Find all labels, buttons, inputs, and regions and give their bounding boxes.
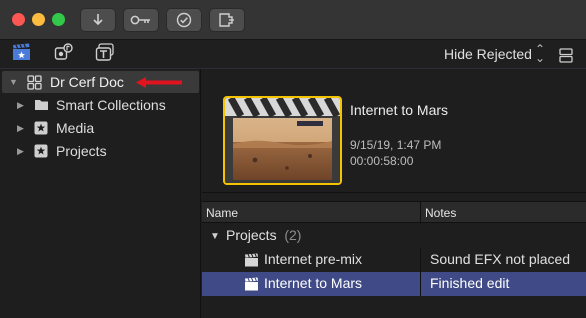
column-header-name[interactable]: Name [206,206,238,220]
folder-icon [34,98,49,116]
project-thumbnail[interactable] [223,96,342,185]
libraries-tab[interactable] [11,43,31,66]
analyze-fix-button[interactable] [166,8,202,32]
column-divider[interactable] [420,202,421,224]
project-clapper-icon [244,253,259,272]
sidebar-item-smart-collections[interactable]: ▶ Smart Collections [0,94,201,116]
library-name: Dr Cerf Doc [50,74,124,90]
disclosure-closed-icon[interactable]: ▶ [17,100,24,111]
sidebar-item-media[interactable]: ▶ Media [0,117,201,139]
project-notes[interactable]: Finished edit [430,275,509,291]
sidebar-item-projects[interactable]: ▶ Projects [0,140,201,162]
libraries-sidebar: ▼ Dr Cerf Doc ▶ Smart Collections ▶ Medi… [0,69,201,318]
titles-generators-tab[interactable] [95,43,115,66]
project-clapper-icon [244,277,259,296]
import-button[interactable] [80,8,116,32]
clip-date: 9/15/19, 1:47 PM [350,138,442,152]
star-event-icon [34,121,48,140]
background-tasks-button[interactable] [209,8,245,32]
library-grid-icon [27,75,42,95]
mars-thumbnail-image [225,98,340,183]
keyword-editor-button[interactable] [123,8,159,32]
library-toolbar: Hide Rejected ⌃ ⌄ [0,40,586,69]
list-header: Name Notes [202,201,586,224]
disclosure-closed-icon[interactable]: ▶ [17,146,24,157]
disclosure-open-icon[interactable]: ▼ [210,231,220,242]
checkmark-circle-icon [176,12,192,28]
photos-audio-icon [54,43,74,66]
title-bar [0,0,586,40]
zoom-window-button[interactable] [52,13,65,26]
column-divider [420,248,421,272]
filter-popup-label[interactable]: Hide Rejected [444,46,532,62]
table-row-selected[interactable]: Internet to Mars Finished edit [202,272,586,296]
browser-layout-icon[interactable] [559,48,573,68]
browser-list: Name Notes ▼ Projects (2) Internet pre-m… [202,192,586,318]
project-name: Internet pre-mix [264,251,363,267]
disclosure-open-icon[interactable]: ▼ [9,77,18,87]
background-tasks-icon [218,12,236,28]
project-name: Internet to Mars [264,275,363,291]
keyword-key-icon [130,14,152,26]
star-event-icon [34,144,48,163]
project-notes[interactable]: Sound EFX not placed [430,251,570,267]
group-row-projects[interactable]: ▼ Projects (2) [202,224,586,248]
clip-title: Internet to Mars [350,102,449,118]
photos-audio-tab[interactable] [54,43,74,66]
close-window-button[interactable] [12,13,25,26]
annotation-arrow-icon [135,76,183,94]
titles-generators-icon [95,43,115,66]
clip-duration: 00:00:58:00 [350,154,414,168]
table-row[interactable]: Internet pre-mix Sound EFX not placed [202,248,586,272]
browser-clip-area: Internet to Mars 9/15/19, 1:47 PM 00:00:… [202,69,586,196]
column-divider [420,272,421,296]
minimize-window-button[interactable] [32,13,45,26]
group-count: (2) [284,227,302,243]
column-header-notes[interactable]: Notes [425,206,456,220]
sidebar-item-label: Media [56,120,95,136]
sidebar-item-label: Smart Collections [56,97,166,113]
library-row[interactable]: ▼ Dr Cerf Doc [2,71,199,93]
disclosure-closed-icon[interactable]: ▶ [17,123,24,134]
sidebar-item-label: Projects [56,143,107,159]
chevron-updown-icon[interactable]: ⌃ ⌄ [535,43,545,64]
import-arrow-down-icon [91,13,105,27]
libraries-clapper-icon [12,43,31,66]
group-label: Projects (2) [226,227,302,243]
